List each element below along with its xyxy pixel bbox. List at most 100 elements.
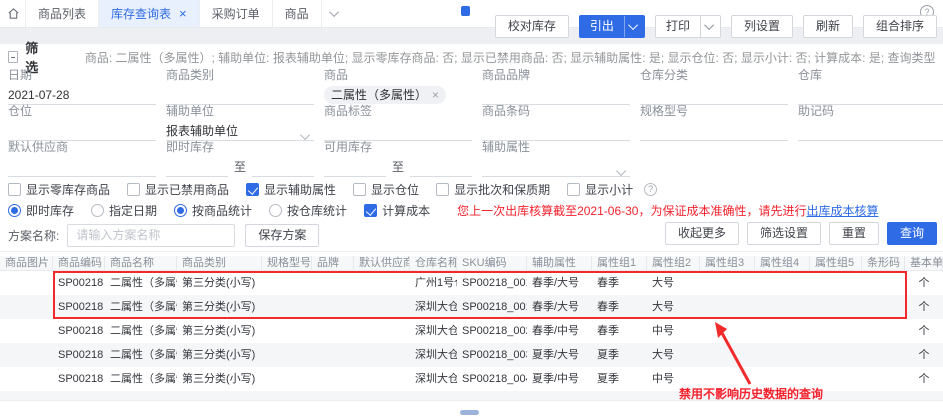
field-value[interactable]: 2021-07-28 <box>8 86 156 105</box>
field-value[interactable] <box>798 122 943 141</box>
print-button[interactable]: 打印 <box>655 15 721 38</box>
table-body: SP00218二属性（多属性）第三分类(小写)广州1号仓SP00218_001春… <box>0 271 943 391</box>
table-cell: 深圳大仓 <box>410 343 457 367</box>
field-aux-attr[interactable]: 辅助属性 <box>482 140 630 177</box>
field-aux-unit[interactable]: 辅助单位 报表辅助单位 <box>166 104 314 141</box>
radio-by-warehouse[interactable]: 按仓库统计 <box>269 202 347 219</box>
tab-product-list[interactable]: 商品列表 <box>25 0 99 27</box>
home-icon[interactable] <box>0 0 26 27</box>
close-icon[interactable]: × <box>179 7 187 20</box>
field-value[interactable]: 二属性（多属性） × <box>324 86 472 105</box>
column-header[interactable]: 仓库名称 <box>410 256 457 270</box>
checkbox-show-zero-stock[interactable]: 显示零库存商品 <box>8 181 110 198</box>
instant-stock-min-input[interactable] <box>166 158 228 177</box>
table-cell: 夏季/大号 <box>527 343 592 367</box>
column-header[interactable]: 属性组4 <box>755 256 810 270</box>
column-header[interactable]: 属性组3 <box>700 256 755 270</box>
column-header[interactable]: 商品类别 <box>177 256 262 270</box>
table-row[interactable]: SP00218二属性（多属性）第三分类(小写)深圳大仓SP00218_002春季… <box>0 319 943 343</box>
table-cell: 春季 <box>592 319 647 343</box>
refresh-button[interactable]: 刷新 <box>803 15 853 38</box>
export-button[interactable]: 引出 <box>579 15 645 38</box>
field-value[interactable] <box>640 86 788 105</box>
collapse-more-button[interactable]: 收起更多 <box>665 222 739 245</box>
field-value[interactable] <box>640 122 788 141</box>
chevron-down-icon[interactable] <box>322 0 349 27</box>
column-header[interactable]: 品牌 <box>312 256 354 270</box>
filter-actions: 收起更多 筛选设置 重置 查询 <box>665 222 937 245</box>
field-value[interactable] <box>8 122 156 141</box>
checkbox-show-subtotal[interactable]: 显示小计 <box>567 181 633 198</box>
chevron-down-icon[interactable] <box>619 163 626 181</box>
field-value[interactable] <box>482 158 630 177</box>
available-stock-min-input[interactable] <box>324 158 386 177</box>
field-warehouse[interactable]: 仓库 <box>798 68 943 105</box>
radio-specified-date[interactable]: 指定日期 <box>91 202 157 219</box>
chevron-down-icon[interactable] <box>700 16 720 37</box>
table-row[interactable]: SP00218二属性（多属性）第三分类(小写)深圳大仓SP00218_001春季… <box>0 295 943 319</box>
checkbox-calc-cost[interactable]: 计算成本 <box>364 202 430 219</box>
field-date[interactable]: 日期 2021-07-28 <box>8 68 156 105</box>
field-mnemonic[interactable]: 助记码 <box>798 104 943 141</box>
save-plan-button[interactable]: 保存方案 <box>245 224 319 247</box>
field-warehouse-category[interactable]: 仓库分类 <box>640 68 788 105</box>
plan-name-input[interactable] <box>67 224 235 247</box>
tab-product[interactable]: 商品 <box>272 0 322 27</box>
cost-calc-link[interactable]: 出库成本核算 <box>806 204 878 218</box>
product-tag-chip[interactable]: 二属性（多属性） × <box>324 86 446 104</box>
pin-icon[interactable] <box>461 6 470 16</box>
column-header[interactable]: SKU编码 <box>457 256 527 270</box>
field-value[interactable]: 报表辅助单位 <box>166 122 314 141</box>
column-header[interactable]: 商品图片 <box>0 256 53 270</box>
field-default-supplier[interactable]: 默认供应商 <box>8 140 156 177</box>
horizontal-scrollbar[interactable] <box>460 410 479 415</box>
tab-inventory-query[interactable]: 库存查询表 × <box>98 0 200 27</box>
column-header[interactable]: 属性组5 <box>810 256 862 270</box>
column-header[interactable]: 规格型号 <box>262 256 312 270</box>
field-value[interactable] <box>166 86 314 105</box>
field-product[interactable]: 商品 二属性（多属性） × <box>324 68 472 105</box>
checkbox-show-aux-attr[interactable]: 显示辅助属性 <box>246 181 336 198</box>
column-header[interactable]: 属性组2 <box>647 256 700 270</box>
field-value[interactable] <box>798 86 943 105</box>
chevron-down-icon[interactable] <box>624 16 644 37</box>
check-stock-button[interactable]: 校对库存 <box>495 15 569 38</box>
checkbox-show-disabled[interactable]: 显示已禁用商品 <box>127 181 229 198</box>
close-icon[interactable]: × <box>432 89 439 101</box>
collapse-icon[interactable] <box>8 51 18 63</box>
query-button[interactable]: 查询 <box>887 222 937 245</box>
field-value[interactable] <box>482 86 630 105</box>
field-product-tag[interactable]: 商品标签 <box>324 104 472 141</box>
filter-settings-button[interactable]: 筛选设置 <box>747 222 821 245</box>
checkbox-show-batch[interactable]: 显示批次和保质期 <box>436 181 550 198</box>
column-header[interactable]: 辅助属性 <box>527 256 592 270</box>
column-header[interactable]: 基本单位 <box>905 256 943 270</box>
field-value[interactable] <box>8 158 156 177</box>
table-row[interactable]: SP00218二属性（多属性）第三分类(小写)深圳大仓SP00218_003夏季… <box>0 343 943 367</box>
column-header[interactable]: 条形码 <box>862 256 905 270</box>
tab-purchase-order[interactable]: 采购订单 <box>199 0 273 27</box>
field-value[interactable] <box>324 122 472 141</box>
radio-instant-stock[interactable]: 即时库存 <box>8 202 74 219</box>
checkbox-show-position[interactable]: 显示仓位 <box>353 181 419 198</box>
column-settings-button[interactable]: 列设置 <box>731 15 793 38</box>
column-header[interactable]: 商品名称 <box>105 256 177 270</box>
field-barcode[interactable]: 商品条码 <box>482 104 630 141</box>
table-row[interactable]: SP00218二属性（多属性）第三分类(小写)广州1号仓SP00218_001春… <box>0 271 943 295</box>
field-position[interactable]: 仓位 <box>8 104 156 141</box>
reset-button[interactable]: 重置 <box>829 222 879 245</box>
radio-by-product[interactable]: 按商品统计 <box>174 202 252 219</box>
instant-stock-max-input[interactable] <box>252 158 314 177</box>
field-value[interactable] <box>482 122 630 141</box>
field-spec[interactable]: 规格型号 <box>640 104 788 141</box>
combo-sort-button[interactable]: 组合排序 <box>863 15 937 38</box>
help-icon[interactable]: ? <box>644 183 657 196</box>
column-header[interactable]: 属性组1 <box>592 256 647 270</box>
column-header[interactable]: 商品编码 <box>53 256 105 270</box>
available-stock-max-input[interactable] <box>410 158 472 177</box>
field-available-stock[interactable]: 可用库存 至 <box>324 140 472 177</box>
field-category[interactable]: 商品类别 <box>166 68 314 105</box>
field-brand[interactable]: 商品品牌 <box>482 68 630 105</box>
field-instant-stock[interactable]: 即时库存 至 <box>166 140 314 177</box>
column-header[interactable]: 默认供应商 <box>354 256 410 270</box>
